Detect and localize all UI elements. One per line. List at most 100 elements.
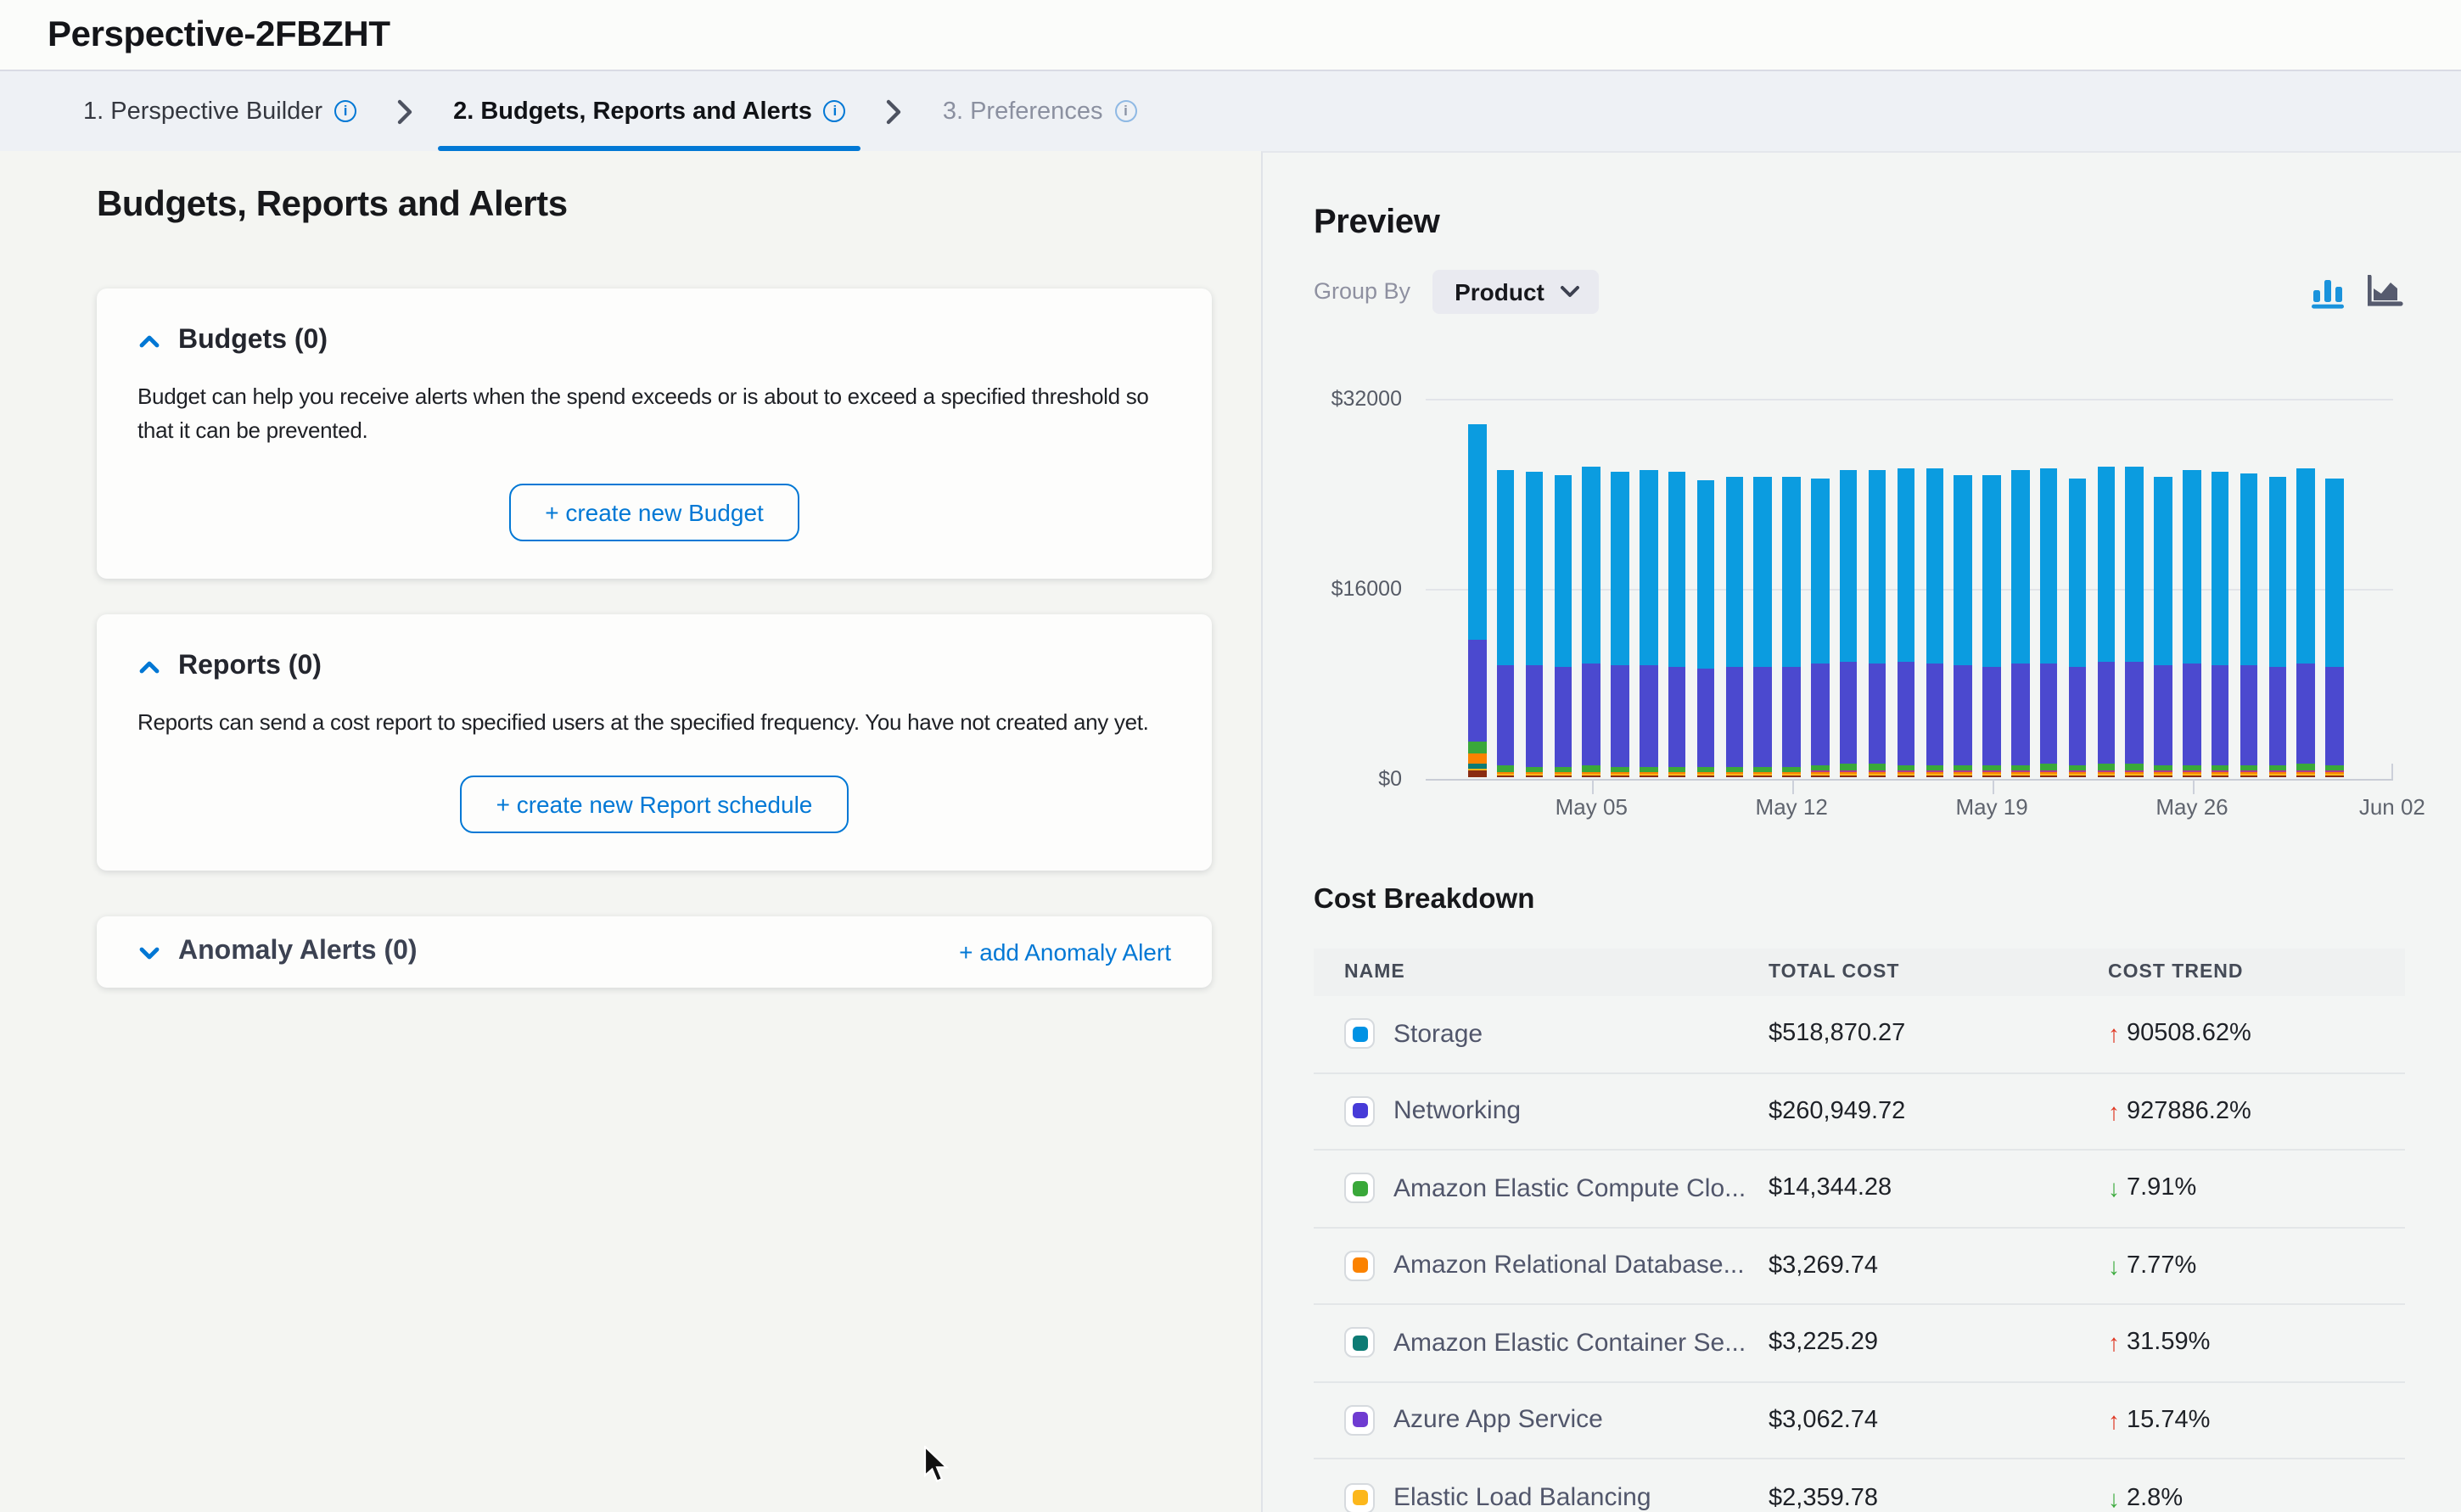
- bar-segment: [2268, 666, 2286, 765]
- bar-segment: [1954, 776, 1972, 777]
- table-row[interactable]: Amazon Elastic Compute Clo...$14,344.28↓…: [1314, 1151, 2405, 1228]
- bar-may-08[interactable]: [1668, 472, 1686, 777]
- tab-label: 1. Perspective Builder: [83, 98, 322, 125]
- preview-heading: Preview: [1314, 204, 2405, 243]
- series-color-swatch: [1344, 1251, 1375, 1281]
- series-color-swatch: [1344, 1328, 1375, 1358]
- bar-segment: [2268, 776, 2286, 777]
- cost-breakdown-table: NAME TOTAL COST COST TREND Storage$518,8…: [1314, 949, 2405, 1512]
- bar-segment: [1583, 766, 1600, 772]
- bar-may-03[interactable]: [1525, 472, 1543, 777]
- column-header-total-cost: TOTAL COST: [1769, 962, 2108, 983]
- bar-may-01[interactable]: [1468, 424, 1486, 777]
- area-chart-toggle-icon[interactable]: [2368, 274, 2405, 308]
- bar-may-30[interactable]: [2297, 468, 2315, 777]
- bar-segment: [2126, 467, 2144, 662]
- info-icon[interactable]: i: [1114, 100, 1136, 122]
- table-row[interactable]: Networking$260,949.72↑927886.2%: [1314, 1073, 2405, 1151]
- bar-segment: [2212, 664, 2229, 764]
- info-icon[interactable]: i: [824, 100, 846, 122]
- table-row[interactable]: Amazon Elastic Container Se...$3,225.29↑…: [1314, 1305, 2405, 1382]
- create-report-schedule-button[interactable]: + create new Report schedule: [461, 776, 849, 834]
- bar-may-20[interactable]: [2011, 470, 2029, 777]
- bar-may-11[interactable]: [1754, 478, 1772, 777]
- bar-segment: [1611, 666, 1629, 766]
- bar-segment: [1468, 742, 1486, 754]
- reports-description: Reports can send a cost report to specif…: [137, 707, 1171, 741]
- bar-segment: [1611, 473, 1629, 666]
- bar-may-28[interactable]: [2240, 473, 2258, 777]
- bar-may-07[interactable]: [1640, 470, 1657, 777]
- bar-segment: [1468, 771, 1486, 777]
- bar-may-06[interactable]: [1611, 473, 1629, 777]
- table-row[interactable]: Azure App Service$3,062.74↑15.74%: [1314, 1382, 2405, 1459]
- chevron-up-icon[interactable]: [137, 658, 161, 677]
- bar-segment: [1583, 467, 1600, 664]
- window-header: Perspective-2FBZHT: [0, 0, 2461, 71]
- bar-may-22[interactable]: [2068, 479, 2086, 777]
- bar-may-14[interactable]: [1840, 471, 1858, 777]
- bar-segment: [2297, 468, 2315, 664]
- bar-may-05[interactable]: [1583, 467, 1600, 777]
- info-icon[interactable]: i: [334, 100, 356, 122]
- bar-may-23[interactable]: [2097, 467, 2115, 777]
- bar-may-15[interactable]: [1869, 470, 1886, 777]
- bar-may-31[interactable]: [2326, 479, 2344, 777]
- preview-stacked-bar-chart: $32000 $16000 $0: [1314, 399, 2405, 779]
- bar-segment: [1611, 766, 1629, 772]
- bar-segment: [2126, 776, 2144, 777]
- table-row[interactable]: Storage$518,870.27↑90508.62%: [1314, 996, 2405, 1073]
- bar-may-13[interactable]: [1811, 478, 1829, 777]
- tab-label: 2. Budgets, Reports and Alerts: [453, 98, 812, 125]
- bar-may-24[interactable]: [2126, 467, 2144, 777]
- tab-perspective-builder[interactable]: 1. Perspective Builder i: [68, 71, 372, 151]
- wizard-tabbar: 1. Perspective Builder i 2. Budgets, Rep…: [0, 71, 2461, 151]
- chevron-down-icon[interactable]: [137, 944, 161, 962]
- row-name-cell: Amazon Relational Database...: [1344, 1251, 1769, 1281]
- trend-down-arrow-icon: ↓: [2108, 1485, 2120, 1512]
- bar-may-29[interactable]: [2268, 476, 2286, 777]
- trend-up-arrow-icon: ↑: [2108, 1098, 2120, 1125]
- bar-segment: [2040, 764, 2058, 770]
- bar-segment: [1611, 776, 1629, 777]
- group-by-select[interactable]: Product: [1432, 269, 1599, 313]
- row-cost-trend-cell: ↑15.74%: [2108, 1407, 2405, 1434]
- bar-segment: [1840, 764, 1858, 770]
- add-anomaly-alert-button[interactable]: + add Anomaly Alert: [959, 939, 1171, 966]
- table-row[interactable]: Elastic Load Balancing$2,359.78↓2.8%: [1314, 1459, 2405, 1512]
- row-cost-trend-cell: ↓2.8%: [2108, 1485, 2405, 1512]
- series-color-swatch: [1344, 1405, 1375, 1436]
- bar-segment: [1811, 478, 1829, 664]
- bar-segment: [1897, 776, 1914, 777]
- preview-panel: Preview Group By Product: [1261, 151, 2461, 1512]
- tab-budgets-reports-alerts[interactable]: 2. Budgets, Reports and Alerts i: [438, 71, 861, 151]
- bar-may-27[interactable]: [2212, 472, 2229, 777]
- table-row[interactable]: Amazon Relational Database...$3,269.74↓7…: [1314, 1228, 2405, 1305]
- bar-may-18[interactable]: [1954, 474, 1972, 777]
- bar-may-09[interactable]: [1697, 481, 1715, 777]
- bar-segment: [1497, 470, 1515, 665]
- bar-may-12[interactable]: [1783, 477, 1801, 777]
- bar-may-21[interactable]: [2040, 468, 2058, 777]
- bar-may-04[interactable]: [1554, 474, 1572, 777]
- x-axis-tick-label: May 05: [1556, 794, 1628, 820]
- bar-may-02[interactable]: [1497, 470, 1515, 777]
- bar-segment: [1640, 776, 1657, 777]
- chevron-up-icon[interactable]: [137, 332, 161, 350]
- bar-segment: [2268, 476, 2286, 666]
- bar-segment: [1840, 663, 1858, 764]
- bar-segment: [1583, 776, 1600, 778]
- content: Budgets, Reports and Alerts Budgets (0) …: [0, 151, 2461, 1512]
- bar-may-26[interactable]: [2183, 469, 2200, 777]
- bar-may-25[interactable]: [2155, 478, 2172, 778]
- bar-segment: [1640, 470, 1657, 665]
- bar-chart-toggle-icon[interactable]: [2312, 274, 2347, 308]
- bar-segment: [1926, 469, 1943, 664]
- create-budget-button[interactable]: + create new Budget: [509, 484, 799, 542]
- bar-may-16[interactable]: [1897, 468, 1914, 777]
- bar-may-10[interactable]: [1725, 478, 1743, 777]
- bar-may-17[interactable]: [1926, 469, 1943, 777]
- bars-group: [1468, 399, 2344, 777]
- tab-preferences[interactable]: 3. Preferences i: [928, 71, 1152, 151]
- bar-may-19[interactable]: [1982, 475, 2000, 777]
